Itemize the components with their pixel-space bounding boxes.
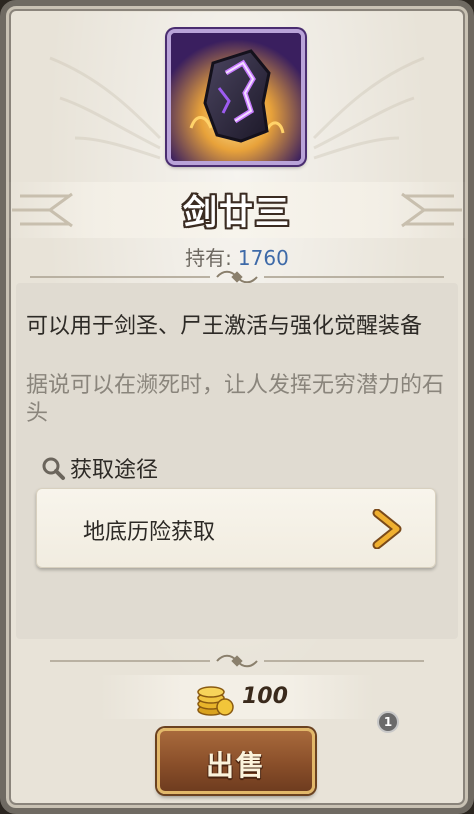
sell-button[interactable]: 出售: [157, 728, 315, 794]
sources-header: 获取途径: [40, 454, 159, 483]
divider-top: [30, 270, 444, 284]
source-item-label: 地底历险获取: [83, 520, 216, 545]
search-icon: [42, 457, 65, 480]
price-band: [100, 675, 374, 719]
chevron-right-icon: [372, 509, 402, 549]
divider-bottom: [50, 654, 424, 668]
owned-label: 持有:: [185, 246, 232, 270]
sell-price: 100: [242, 684, 288, 709]
sources-header-label: 获取途径: [70, 458, 159, 483]
item-name: 剑廿三: [183, 193, 291, 233]
item-icon: [167, 29, 305, 165]
owned-count-row: 持有: 1760: [0, 242, 474, 271]
item-flavor-text: 据说可以在濒死时，让人发挥无穷潜力的石头: [26, 373, 445, 426]
gold-coins-icon: [197, 686, 234, 716]
owned-count: 1760: [237, 246, 289, 270]
notification-badge: 1: [377, 711, 399, 733]
sell-button-label: 出售: [205, 749, 266, 782]
source-item-underground-adventure[interactable]: 地底历险获取: [36, 488, 436, 568]
dark-stone-icon: [171, 33, 301, 161]
item-description: 可以用于剑圣、尸王激活与强化觉醒装备: [26, 314, 423, 339]
